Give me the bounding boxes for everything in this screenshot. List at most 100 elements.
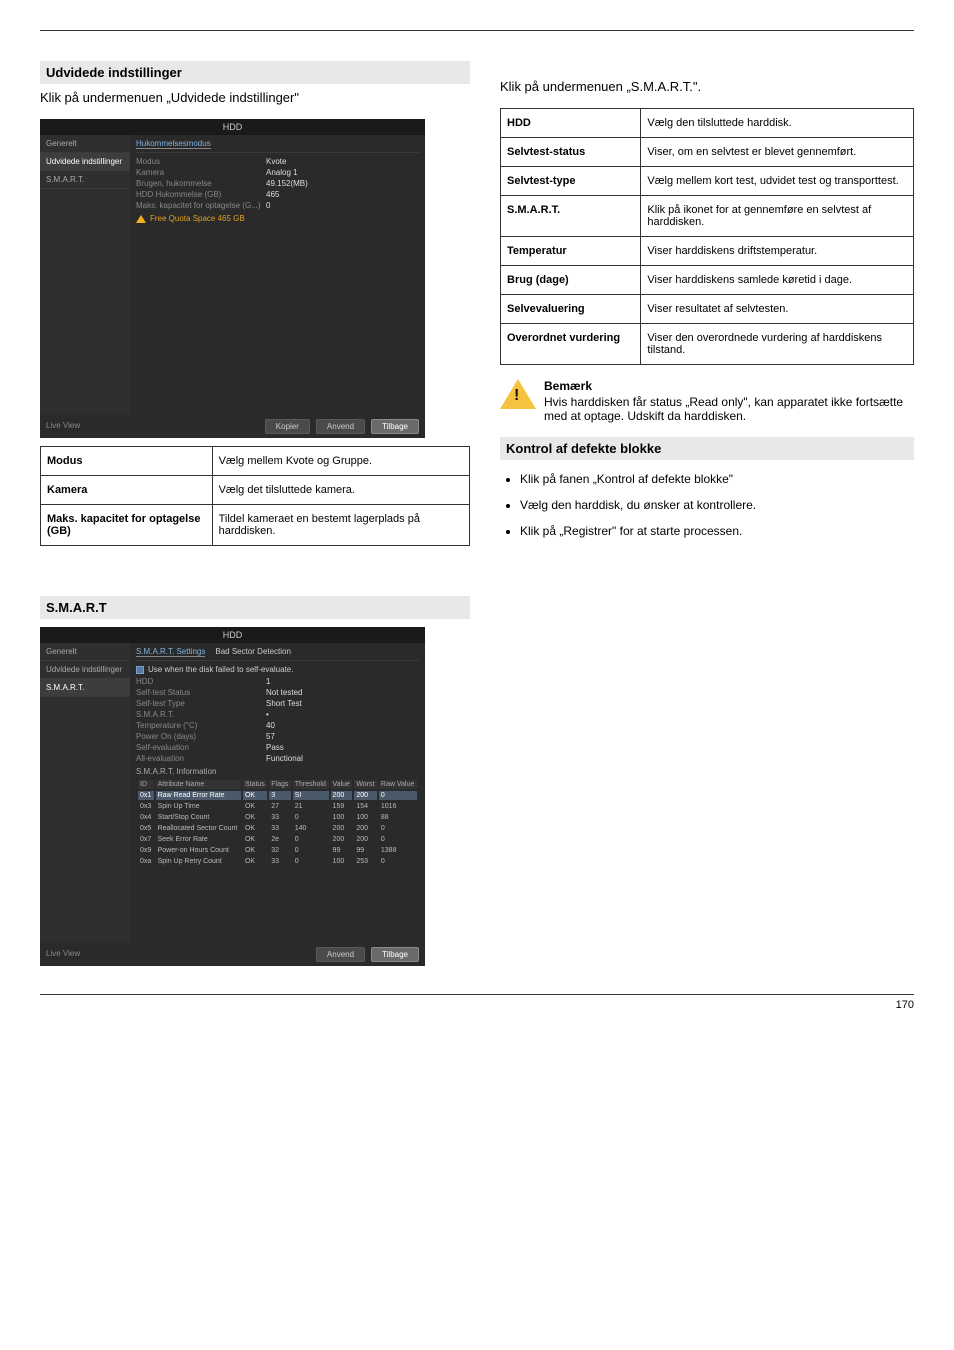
list-item: Vælg den harddisk, du ønsker at kontroll… <box>520 498 914 512</box>
section-bar-checks: Kontrol af defekte blokke <box>500 437 914 460</box>
param-val: Vælg mellem kort test, udvidet test og t… <box>641 167 914 196</box>
table-cell: Seek Error Rate <box>156 835 241 844</box>
table-row[interactable]: 0x7Seek Error RateOK2e02002000 <box>138 835 417 844</box>
table-cell: Power-on Hours Count <box>156 846 241 855</box>
table-header: Flags <box>269 780 291 789</box>
table-row[interactable]: 0x3Spin Up TimeOK27211591541016 <box>138 802 417 811</box>
table-cell: 100 <box>331 857 353 866</box>
right-intro: Klik på undermenuen „S.M.A.R.T.". <box>500 79 914 94</box>
copy-button[interactable]: Kopier <box>265 419 310 434</box>
table-row[interactable]: 0x1Raw Read Error RateOK3SI2002000 <box>138 791 417 800</box>
table-cell: 32 <box>269 846 291 855</box>
left-intro: Klik på undermenuen „Udvidede indstillin… <box>40 90 470 105</box>
smart-info-label: S.M.A.R.T. Information <box>136 767 419 776</box>
table-cell: 33 <box>269 857 291 866</box>
table-cell: 0x4 <box>138 813 154 822</box>
param-key: Selvevaluering <box>501 295 641 324</box>
page-number: 170 <box>40 999 914 1011</box>
smart-attribute-table: IDAttribute NameStatusFlagsThresholdValu… <box>136 778 419 868</box>
kv-max-value[interactable]: 0 <box>266 201 270 210</box>
sidebar-item-generelt[interactable]: Generelt <box>40 135 130 153</box>
table-cell: 0 <box>379 857 417 866</box>
param-key: Selvtest-type <box>501 167 641 196</box>
table-cell: OK <box>243 846 267 855</box>
kv-value: 1 <box>266 677 270 686</box>
table-header: Worst <box>354 780 377 789</box>
kv-value: Pass <box>266 743 284 752</box>
table-cell: OK <box>243 813 267 822</box>
table-header: Raw Value <box>379 780 417 789</box>
table-cell: 0x5 <box>138 824 154 833</box>
table-row[interactable]: 0x9Power-on Hours CountOK32099991388 <box>138 846 417 855</box>
table-header: Value <box>331 780 353 789</box>
table-cell: OK <box>243 824 267 833</box>
table-cell: 200 <box>354 835 377 844</box>
instruction-list: Klik på fanen „Kontrol af defekte blokke… <box>520 472 914 538</box>
table-header: Attribute Name <box>156 780 241 789</box>
back-button-2[interactable]: Tilbage <box>371 947 419 962</box>
param-key: Overordnet vurdering <box>501 324 641 365</box>
kv-camera-label: Kamera <box>136 168 266 177</box>
checkbox-use-failed[interactable] <box>136 666 144 674</box>
table-cell: 0 <box>379 791 417 800</box>
top-rule <box>40 30 914 31</box>
apply-button[interactable]: Anvend <box>316 419 365 434</box>
table-row[interactable]: 0x4Start/Stop CountOK33010010088 <box>138 813 417 822</box>
kv-camera-value[interactable]: Analog 1 <box>266 168 298 177</box>
table-cell: 0x7 <box>138 835 154 844</box>
table-cell: 0 <box>293 813 329 822</box>
live-view-label-2[interactable]: Live View <box>46 947 80 962</box>
sidebar-item-smart-2[interactable]: S.M.A.R.T. <box>40 679 130 697</box>
list-item: Klik på fanen „Kontrol af defekte blokke… <box>520 472 914 486</box>
kv-max-label: Maks. kapacitet for optagelse (G...) <box>136 201 266 210</box>
param-key: Brug (dage) <box>501 266 641 295</box>
sidebar-item-generelt-2[interactable]: Generelt <box>40 643 130 661</box>
app2-sidebar: Generelt Udvidede indstillinger S.M.A.R.… <box>40 643 130 943</box>
tab-hukommelsesmodus[interactable]: Hukommelsesmodus <box>136 139 211 149</box>
table-cell: 33 <box>269 813 291 822</box>
table-header: ID <box>138 780 154 789</box>
param-val: Tildel kameraet en bestemt lagerplads på… <box>212 505 469 546</box>
param-key: Selvtest-status <box>501 138 641 167</box>
kv-label: S.M.A.R.T. <box>136 710 266 719</box>
param-key: HDD <box>501 109 641 138</box>
kv-label: All-evaluation <box>136 754 266 763</box>
note-heading: Bemærk <box>544 379 914 393</box>
app2-main: S.M.A.R.T. Settings Bad Sector Detection… <box>130 643 425 943</box>
table-cell: 33 <box>269 824 291 833</box>
param-val: Vælg den tilsluttede harddisk. <box>641 109 914 138</box>
table-row[interactable]: 0xaSpin Up Retry CountOK3301002530 <box>138 857 417 866</box>
table-cell: Reallocated Sector Count <box>156 824 241 833</box>
table-cell: 159 <box>331 802 353 811</box>
live-view-label[interactable]: Live View <box>46 419 80 434</box>
param-key: Temperatur <box>501 237 641 266</box>
section-bar-udvidede: Udvidede indstillinger <box>40 61 470 84</box>
left-column: Udvidede indstillinger Klik på undermenu… <box>40 51 470 974</box>
sidebar-item-udvidede[interactable]: Udvidede indstillinger <box>40 153 130 171</box>
table-cell: 0xa <box>138 857 154 866</box>
table-header: Status <box>243 780 267 789</box>
table-row[interactable]: 0x5Reallocated Sector CountOK33140200200… <box>138 824 417 833</box>
table-cell: OK <box>243 857 267 866</box>
table-cell: Raw Read Error Rate <box>156 791 241 800</box>
table-cell: 100 <box>354 813 377 822</box>
app-sidebar: Generelt Udvidede indstillinger S.M.A.R.… <box>40 135 130 415</box>
apply-button-2[interactable]: Anvend <box>316 947 365 962</box>
back-button[interactable]: Tilbage <box>371 419 419 434</box>
kv-label: Self-evaluation <box>136 743 266 752</box>
table-cell: 200 <box>354 791 377 800</box>
param-val: Vælg det tilsluttede kamera. <box>212 476 469 505</box>
kv-mode-value[interactable]: Kvote <box>266 157 286 166</box>
table-cell: 100 <box>331 813 353 822</box>
param-val: Viser, om en selvtest er blevet gennemfø… <box>641 138 914 167</box>
table-cell: 99 <box>331 846 353 855</box>
list-item: Klik på „Registrer" for at starte proces… <box>520 524 914 538</box>
tab-smart-settings[interactable]: S.M.A.R.T. Settings <box>136 647 205 657</box>
warning-icon-large <box>500 379 536 409</box>
tab-bad-sector[interactable]: Bad Sector Detection <box>215 647 291 657</box>
sidebar-item-smart[interactable]: S.M.A.R.T. <box>40 171 130 189</box>
table-cell: 88 <box>379 813 417 822</box>
table-cell: 200 <box>331 824 353 833</box>
app2-titlebar: HDD <box>40 627 425 643</box>
sidebar-item-udvidede-2[interactable]: Udvidede indstillinger <box>40 661 130 679</box>
